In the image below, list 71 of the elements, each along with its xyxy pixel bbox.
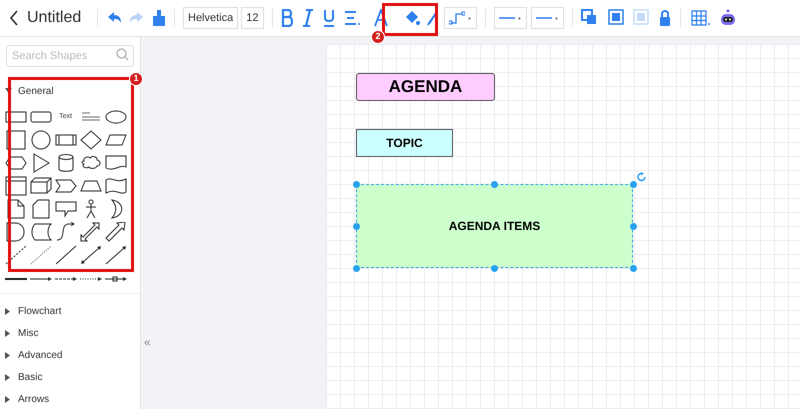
- document-title[interactable]: Untitled: [27, 6, 89, 30]
- expand-arrow-icon[interactable]: [5, 396, 11, 402]
- arrow-line-icon[interactable]: [104, 245, 126, 265]
- bold-icon[interactable]: [280, 9, 292, 27]
- search-field[interactable]: Search Shapes: [6, 45, 134, 67]
- circle-icon[interactable]: [30, 130, 52, 150]
- expand-arrow-icon[interactable]: [5, 374, 11, 380]
- expand-arrow-icon[interactable]: [5, 308, 11, 314]
- tape-icon[interactable]: [104, 176, 126, 196]
- resize-handle[interactable]: [352, 180, 360, 188]
- caret-icon: [555, 16, 558, 20]
- category-label[interactable]: General: [18, 84, 54, 98]
- arrange-icon[interactable]: [580, 9, 598, 27]
- diamond-icon[interactable]: [80, 130, 102, 150]
- dashed-arrow-icon[interactable]: [54, 276, 76, 282]
- font-size-select[interactable]: 12: [241, 7, 264, 29]
- connector-select[interactable]: [444, 7, 476, 29]
- line-icon[interactable]: [54, 245, 76, 265]
- align-icon[interactable]: [344, 9, 360, 27]
- caret-icon: [468, 16, 471, 20]
- category-label[interactable]: Basic: [18, 370, 42, 384]
- line-style-select[interactable]: [494, 7, 526, 29]
- expand-arrow-icon[interactable]: [5, 88, 12, 94]
- callout-icon[interactable]: [54, 199, 76, 219]
- arrow-line-icon[interactable]: [30, 276, 52, 282]
- note-icon[interactable]: [4, 199, 26, 219]
- line-width-select[interactable]: [530, 7, 564, 29]
- dashed-line-icon[interactable]: [4, 245, 26, 265]
- category-label[interactable]: Arrows: [18, 392, 50, 406]
- resize-handle[interactable]: [352, 264, 360, 272]
- arrow-icon[interactable]: [104, 222, 126, 242]
- square-icon[interactable]: [4, 130, 26, 150]
- thick-line-icon[interactable]: [4, 276, 26, 282]
- resize-handle[interactable]: [630, 180, 636, 188]
- italic-icon[interactable]: [302, 9, 314, 27]
- bring-front-icon[interactable]: [608, 9, 624, 27]
- diagram-box[interactable]: AGENDA ITEMS: [356, 184, 633, 268]
- back-icon[interactable]: [9, 9, 19, 27]
- diagram-box[interactable]: TOPIC: [356, 129, 453, 157]
- rotate-icon[interactable]: [637, 172, 647, 182]
- category-label[interactable]: Misc: [18, 326, 39, 340]
- caret-icon: [518, 16, 521, 20]
- card-icon[interactable]: [30, 199, 52, 219]
- connector-arrow-icon[interactable]: [104, 276, 126, 282]
- curved-arrow-icon[interactable]: [54, 222, 76, 242]
- font-select[interactable]: Helvetica: [183, 7, 238, 29]
- double-arrow-line-icon[interactable]: [80, 245, 102, 265]
- line-icon: [536, 16, 552, 20]
- font-color-icon[interactable]: [374, 9, 388, 27]
- resize-handle[interactable]: [352, 222, 360, 230]
- line-icon: [499, 16, 515, 20]
- fill-bucket-icon[interactable]: [404, 9, 420, 27]
- dotted-line-icon[interactable]: [30, 245, 52, 265]
- resize-handle[interactable]: [491, 180, 498, 188]
- expand-arrow-icon[interactable]: [5, 330, 11, 336]
- lock-icon[interactable]: [658, 9, 672, 27]
- underline-icon[interactable]: [322, 9, 334, 27]
- internal-storage-icon[interactable]: [4, 176, 26, 196]
- cube-icon[interactable]: [30, 176, 52, 196]
- diagram-box[interactable]: AGENDA: [356, 73, 495, 101]
- table-icon[interactable]: [690, 9, 710, 27]
- category-label[interactable]: Flowchart: [18, 304, 62, 318]
- category-label[interactable]: Advanced: [18, 348, 62, 362]
- expand-arrow-icon[interactable]: [5, 352, 11, 358]
- robot-icon[interactable]: [718, 9, 736, 27]
- double-arrow-icon[interactable]: [80, 222, 102, 242]
- format-painter-icon[interactable]: [152, 9, 166, 27]
- connector-icon: [449, 11, 465, 25]
- dotted-arrow-icon[interactable]: [80, 276, 102, 282]
- stored-data-icon[interactable]: [30, 222, 52, 242]
- delay-icon[interactable]: [4, 222, 26, 242]
